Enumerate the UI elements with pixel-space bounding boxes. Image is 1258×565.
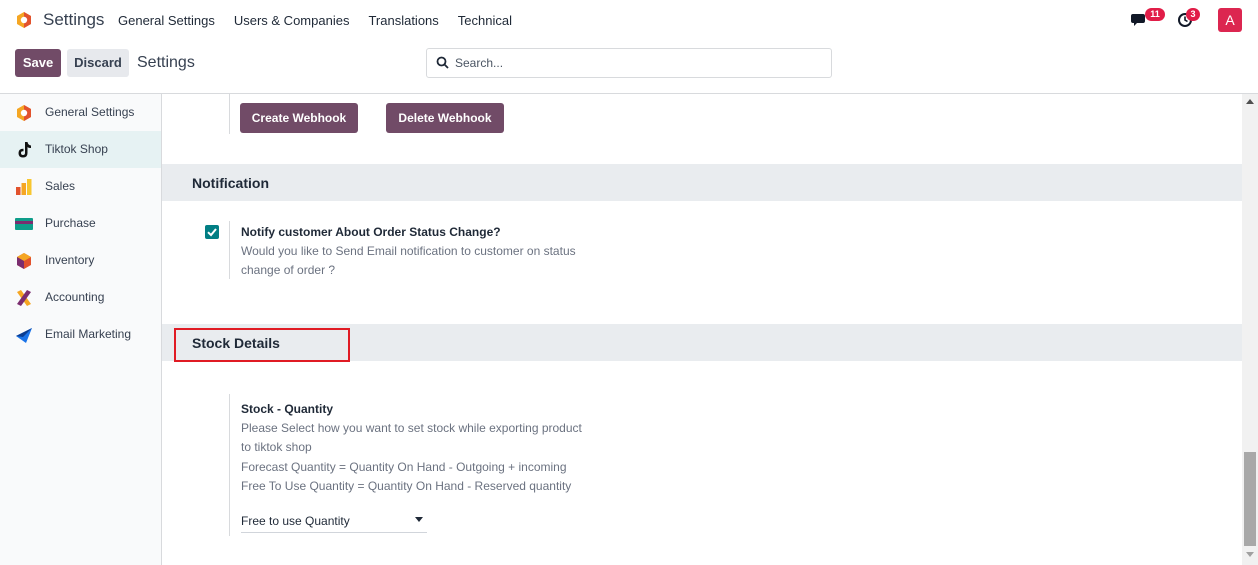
top-navbar: Settings General Settings Users & Compan… xyxy=(0,0,1258,40)
highlight-box xyxy=(174,328,350,362)
menu-technical[interactable]: Technical xyxy=(458,13,512,28)
sidebar-item-accounting[interactable]: Accounting xyxy=(0,279,161,316)
search-icon xyxy=(436,56,449,69)
scroll-up-arrow-icon[interactable] xyxy=(1246,98,1254,104)
setting-title: Stock - Quantity xyxy=(241,402,334,416)
sidebar-item-label: Purchase xyxy=(45,216,96,230)
messages-count-badge: 11 xyxy=(1145,8,1165,21)
setting-description: Free To Use Quantity = Quantity On Hand … xyxy=(241,479,572,493)
setting-description: to tiktok shop xyxy=(241,440,312,454)
accounting-icon xyxy=(17,290,31,306)
odoo-app-logo-icon[interactable] xyxy=(15,11,33,29)
sidebar-item-label: Accounting xyxy=(45,290,105,304)
sidebar-item-tiktok-shop[interactable]: Tiktok Shop xyxy=(0,131,161,168)
app-title[interactable]: Settings xyxy=(43,10,104,30)
sidebar-item-email-marketing[interactable]: Email Marketing xyxy=(0,316,161,353)
save-button[interactable]: Save xyxy=(15,49,61,77)
sidebar-item-label: Sales xyxy=(45,179,76,193)
main-menu: General Settings Users & Companies Trans… xyxy=(118,13,531,28)
setting-description: Would you like to Send Email notificatio… xyxy=(241,244,576,258)
menu-general-settings[interactable]: General Settings xyxy=(118,13,215,28)
setting-title: Notify customer About Order Status Chang… xyxy=(241,225,501,239)
settings-sidebar: General Settings Tiktok Shop Sales Purch… xyxy=(0,94,162,565)
sales-chart-icon xyxy=(16,179,32,195)
setting-divider xyxy=(229,394,230,536)
sidebar-item-inventory[interactable]: Inventory xyxy=(0,242,161,279)
section-notification: Notification xyxy=(162,164,1242,201)
setting-divider xyxy=(229,221,230,279)
sidebar-item-label: Inventory xyxy=(45,253,95,267)
delete-webhook-button[interactable]: Delete Webhook xyxy=(386,103,504,133)
user-avatar[interactable]: A xyxy=(1218,8,1242,32)
sidebar-item-label: Tiktok Shop xyxy=(45,142,108,156)
search-box[interactable] xyxy=(426,48,832,78)
notify-customer-checkbox[interactable] xyxy=(205,225,219,239)
vertical-scrollbar[interactable] xyxy=(1242,94,1258,565)
select-value: Free to use Quantity xyxy=(241,514,350,528)
inventory-box-icon xyxy=(17,253,31,269)
control-panel: Save Discard Settings xyxy=(0,40,1258,94)
menu-users-companies[interactable]: Users & Companies xyxy=(234,13,350,28)
stock-quantity-select[interactable]: Free to use Quantity xyxy=(241,513,427,533)
scrollbar-thumb[interactable] xyxy=(1244,452,1256,546)
setting-description: Forecast Quantity = Quantity On Hand - O… xyxy=(241,460,567,474)
sidebar-item-general-settings[interactable]: General Settings xyxy=(0,94,161,131)
email-marketing-icon xyxy=(16,328,32,343)
setting-description: change of order ? xyxy=(241,263,336,277)
setting-description: Please Select how you want to set stock … xyxy=(241,421,582,435)
caret-down-icon xyxy=(415,517,423,522)
sidebar-item-purchase[interactable]: Purchase xyxy=(0,205,161,242)
breadcrumb-title: Settings xyxy=(137,54,195,71)
activities-count-badge: 3 xyxy=(1186,8,1200,21)
odoo-logo-icon xyxy=(17,105,31,121)
scroll-down-arrow-icon[interactable] xyxy=(1246,552,1254,558)
section-title: Notification xyxy=(192,175,269,191)
discard-button[interactable]: Discard xyxy=(67,49,129,77)
sidebar-item-label: Email Marketing xyxy=(45,327,132,341)
sidebar-item-label: General Settings xyxy=(45,105,135,119)
tiktok-icon xyxy=(18,142,31,158)
setting-divider xyxy=(229,94,230,134)
search-input[interactable] xyxy=(455,54,815,72)
menu-translations[interactable]: Translations xyxy=(368,13,438,28)
sidebar-item-sales[interactable]: Sales xyxy=(0,168,161,205)
check-icon xyxy=(207,228,217,237)
purchase-card-icon xyxy=(15,218,33,230)
create-webhook-button[interactable]: Create Webhook xyxy=(240,103,358,133)
